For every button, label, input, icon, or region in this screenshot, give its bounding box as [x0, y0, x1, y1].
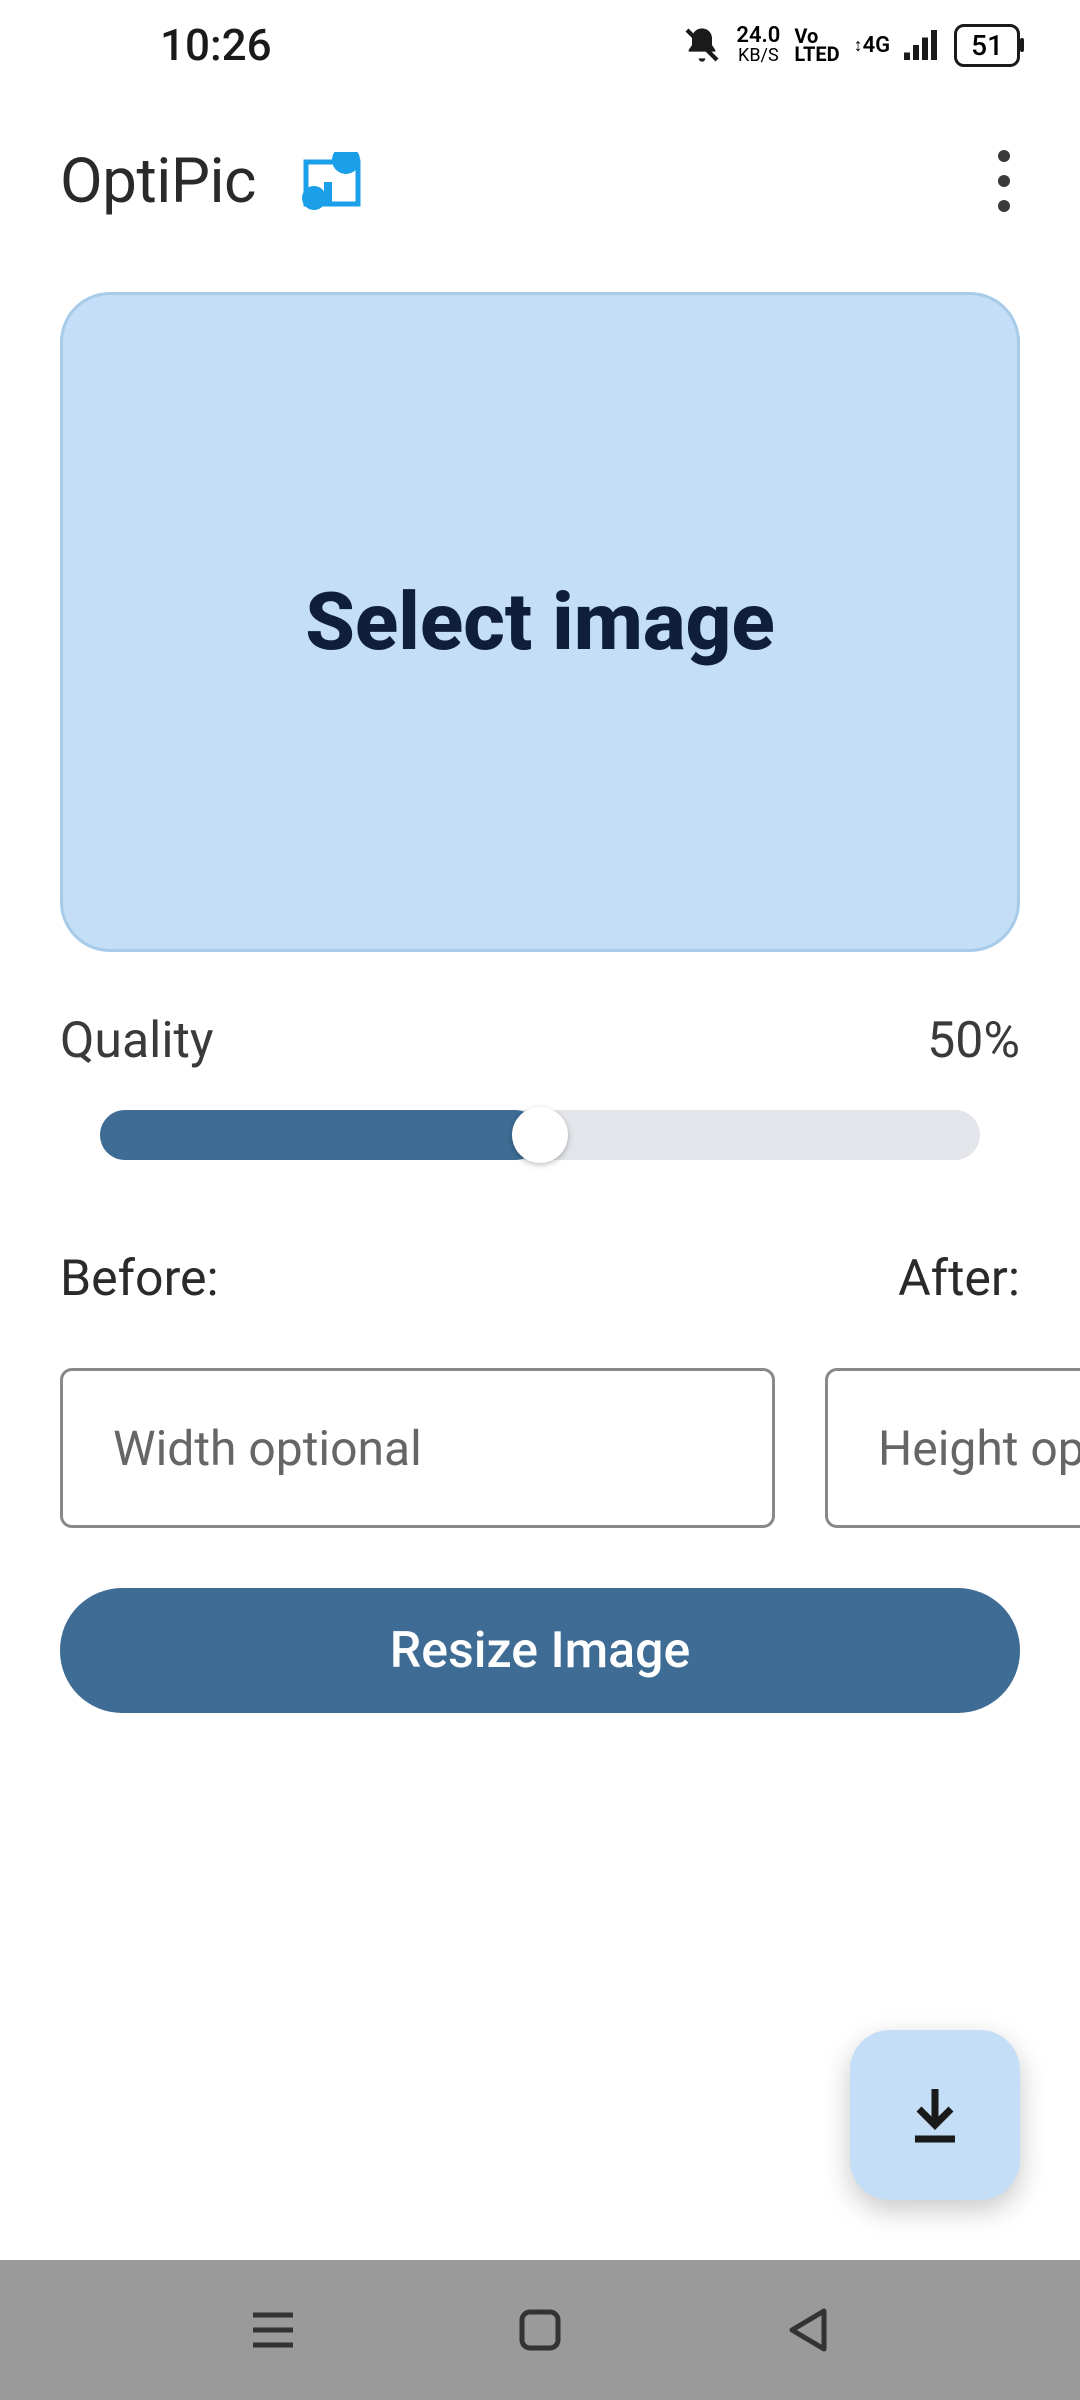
- square-icon: [519, 2309, 561, 2351]
- before-label: Before:: [60, 1250, 219, 1308]
- quality-slider[interactable]: [100, 1110, 980, 1160]
- resize-button[interactable]: Resize Image: [60, 1588, 1020, 1713]
- hamburger-icon: [248, 2310, 298, 2350]
- quality-label: Quality: [60, 1012, 214, 1070]
- main-content: Select image Quality 50% Before: After: …: [0, 262, 1080, 1713]
- size-row: Before: After:: [60, 1250, 1020, 1308]
- download-icon: [905, 2083, 965, 2147]
- nav-recent-button[interactable]: [243, 2300, 303, 2360]
- battery-indicator: 51: [954, 24, 1020, 67]
- volte-indicator: Vo LTED: [794, 27, 839, 63]
- status-bar: 10:26 24.0 KB/S Vo LTED ↕4G 51: [0, 0, 1080, 90]
- more-options-button[interactable]: [988, 140, 1020, 222]
- triangle-back-icon: [786, 2307, 828, 2353]
- height-input[interactable]: [825, 1368, 1080, 1528]
- quality-value: 50%: [927, 1012, 1020, 1070]
- app-title: OptiPic: [60, 145, 256, 218]
- dimension-inputs: [60, 1368, 1020, 1528]
- after-label: After:: [898, 1250, 1020, 1308]
- quality-slider-thumb[interactable]: [512, 1107, 568, 1163]
- app-logo-icon: [296, 152, 368, 210]
- download-fab[interactable]: [850, 2030, 1020, 2200]
- app-title-wrap: OptiPic: [60, 145, 368, 218]
- quality-row: Quality 50%: [60, 1012, 1020, 1070]
- status-time: 10:26: [160, 19, 272, 71]
- navigation-bar: [0, 2260, 1080, 2400]
- nav-back-button[interactable]: [777, 2300, 837, 2360]
- select-image-label: Select image: [305, 575, 775, 669]
- quality-slider-fill: [100, 1110, 540, 1160]
- quality-slider-wrap: [60, 1110, 1020, 1160]
- network-speed: 24.0 KB/S: [736, 25, 780, 65]
- select-image-area[interactable]: Select image: [60, 292, 1020, 952]
- signal-icon: [904, 29, 940, 61]
- width-input[interactable]: [60, 1368, 775, 1528]
- network-4g: ↕4G: [854, 33, 891, 58]
- status-right: 24.0 KB/S Vo LTED ↕4G 51: [682, 24, 1020, 67]
- notifications-muted-icon: [682, 25, 722, 65]
- nav-home-button[interactable]: [510, 2300, 570, 2360]
- app-bar: OptiPic: [0, 90, 1080, 262]
